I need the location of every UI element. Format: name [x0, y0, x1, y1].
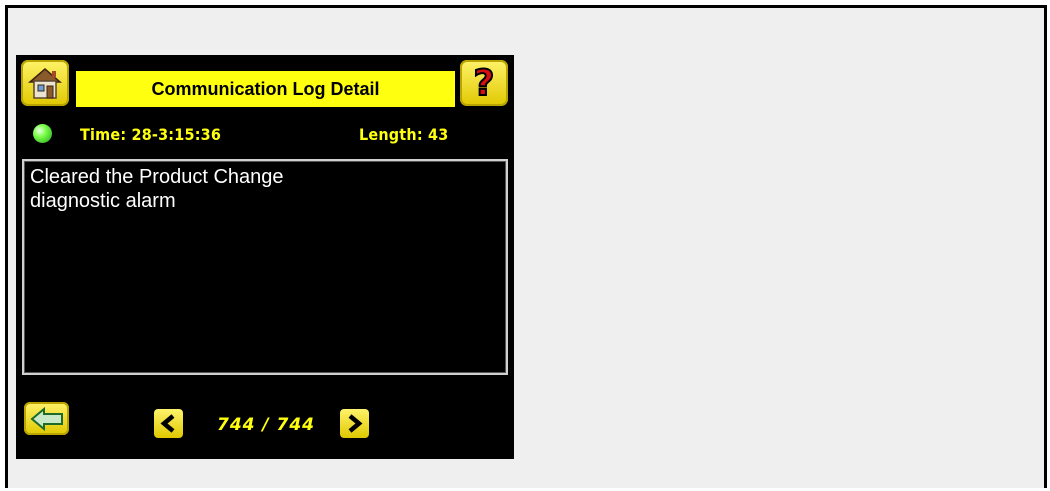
time-label: Time: 28-3:15:36 — [80, 125, 222, 144]
chevron-right-icon — [348, 414, 363, 433]
length-label: Length: 43 — [359, 125, 449, 144]
status-led-icon — [33, 124, 52, 143]
chevron-left-icon — [160, 414, 175, 433]
help-button[interactable]: ? — [460, 60, 508, 106]
device-screen: Communication Log Detail ? Time: 28-3:15… — [16, 55, 514, 459]
next-page-button[interactable] — [340, 409, 369, 438]
help-icon: ? — [473, 63, 496, 103]
page-title: Communication Log Detail — [76, 71, 455, 107]
back-arrow-icon — [30, 407, 63, 431]
back-button[interactable] — [24, 402, 69, 435]
svg-text:?: ? — [474, 63, 495, 103]
home-icon — [27, 68, 63, 99]
message-text-box[interactable]: Cleared the Product Change diagnostic al… — [22, 159, 508, 375]
home-button[interactable] — [21, 60, 69, 106]
page-counter: 744 / 744 — [216, 415, 316, 435]
previous-page-button[interactable] — [154, 409, 183, 438]
outer-frame: Communication Log Detail ? Time: 28-3:15… — [5, 5, 1047, 488]
